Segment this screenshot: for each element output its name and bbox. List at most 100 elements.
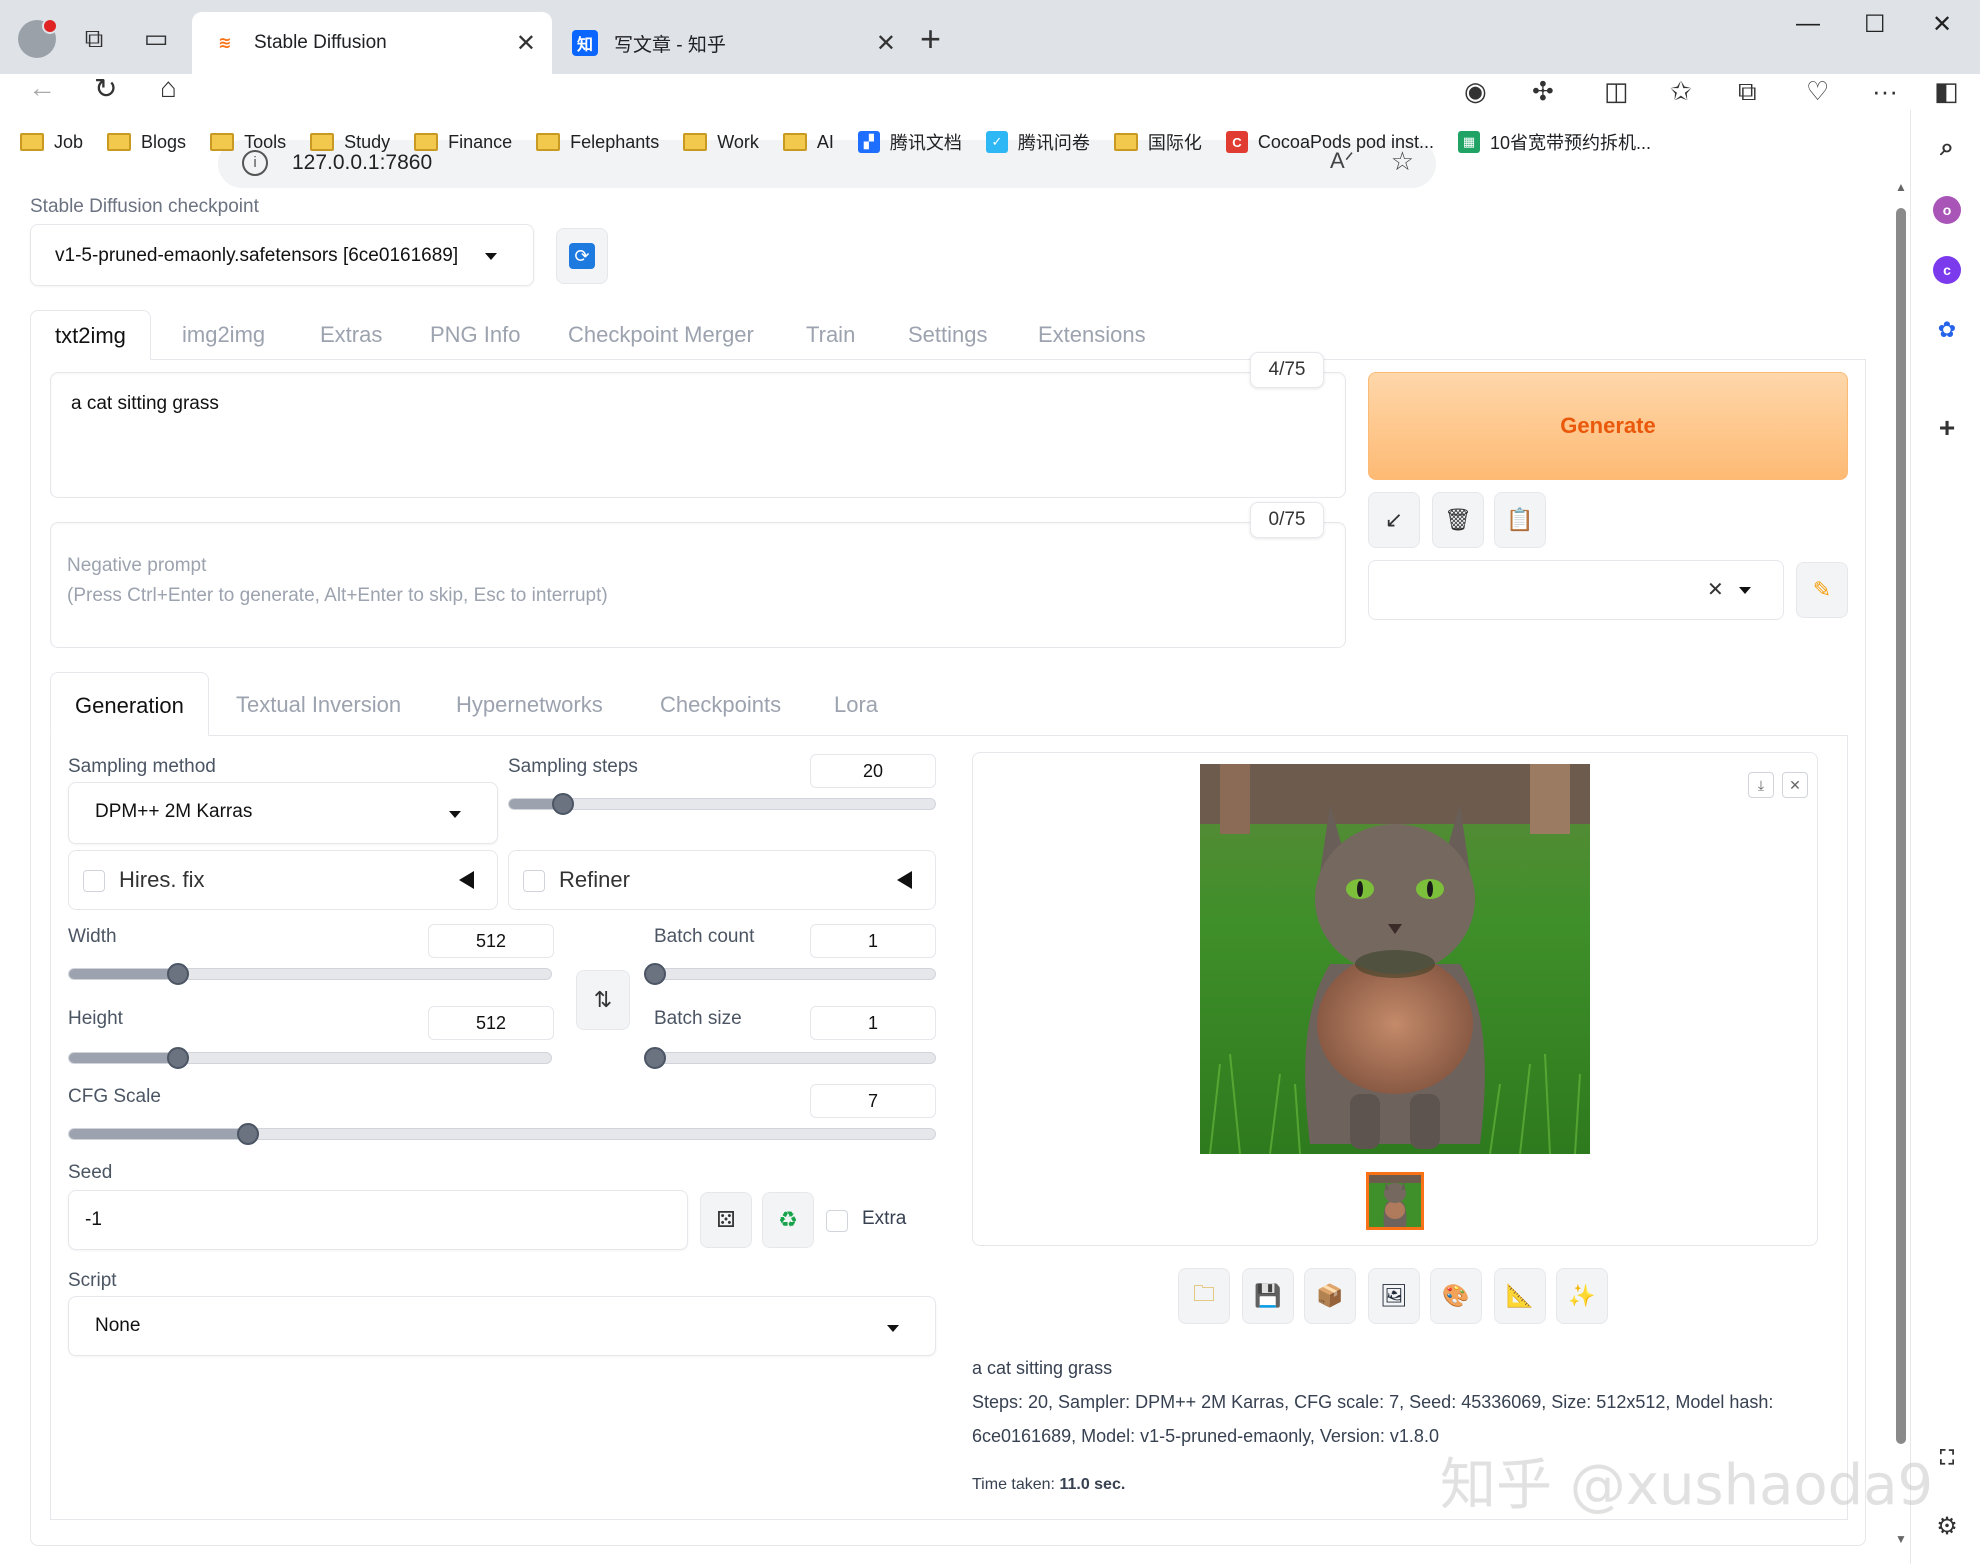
reuse-seed-button[interactable]: ♻ [762,1192,814,1248]
edit-styles-button[interactable]: ✎ [1796,562,1848,618]
clear-prompt-button[interactable]: 🗑 [1432,492,1484,548]
refiner-accordion[interactable]: Refiner [508,850,936,910]
cfg-scale-input[interactable]: 7 [810,1084,936,1118]
tab-extensions[interactable]: Extensions [1038,310,1146,360]
extensions-puzzle-icon[interactable]: ✣ [1532,76,1554,107]
tab-checkpoints[interactable]: Checkpoints [660,672,781,736]
zip-button[interactable]: 📦 [1304,1268,1356,1324]
scroll-down-icon[interactable]: ▼ [1895,1532,1907,1546]
bookmark-job[interactable]: Job [20,132,83,153]
bookmark-finance[interactable]: Finance [414,132,512,153]
expand-triangle-icon[interactable] [897,871,912,889]
favorites-icon[interactable]: ✩ [1670,76,1692,107]
sidebar-toggle-icon[interactable]: ◧ [1934,76,1959,107]
minimize-icon[interactable]: — [1796,10,1820,38]
slider-thumb[interactable] [166,1047,189,1069]
home-icon[interactable]: ⌂ [160,72,177,104]
tab-txt2img[interactable]: txt2img [30,310,151,360]
page-scrollbar[interactable]: ▲ ▼ [1892,180,1910,1564]
seed-input[interactable]: -1 [68,1190,688,1250]
bookmark-i18n[interactable]: 国际化 [1113,129,1202,155]
batch-count-slider[interactable] [644,963,936,985]
batch-size-input[interactable]: 1 [810,1006,936,1040]
random-seed-button[interactable]: ⚄ [700,1192,752,1248]
bookmark-tencent-docs[interactable]: ▞ 腾讯文档 [857,129,962,155]
tab-settings[interactable]: Settings [908,310,988,360]
close-tab-icon[interactable]: ✕ [516,29,536,58]
slider-thumb[interactable] [644,963,666,985]
send-to-img2img-button[interactable]: 🖼 [1368,1268,1420,1324]
cfg-scale-slider[interactable] [68,1123,936,1145]
tab-generation[interactable]: Generation [50,672,209,736]
send-to-inpaint-button[interactable]: 🎨 [1430,1268,1482,1324]
split-screen-icon[interactable]: ◫ [1604,76,1629,107]
height-slider[interactable] [68,1047,552,1069]
styles-dropdown[interactable]: ✕ [1368,560,1784,620]
sidebar-settings-gear-icon[interactable]: ⚙ [1933,1512,1961,1540]
width-input[interactable]: 512 [428,924,554,958]
hires-upscale-button[interactable]: ✨ [1556,1268,1608,1324]
prompt-textarea[interactable]: a cat sitting grass [50,372,1346,498]
workspaces-icon[interactable]: ⧉ [78,22,110,54]
tab-textual-inversion[interactable]: Textual Inversion [236,672,401,736]
save-button[interactable]: 💾 [1242,1268,1294,1324]
back-icon[interactable]: ← [28,72,56,104]
add-sidebar-app-icon[interactable]: + [1933,412,1961,443]
bookmark-work[interactable]: Work [683,132,759,153]
browser-tab-zhihu[interactable]: 知 写文章 - 知乎 ✕ [552,12,912,74]
send-to-extras-button[interactable]: 📐 [1494,1268,1546,1324]
tab-train[interactable]: Train [806,310,855,360]
bookmark-tencent-survey[interactable]: ✓ 腾讯问卷 [985,129,1090,155]
browser-essentials-icon[interactable]: ♡ [1806,76,1829,107]
close-tab-icon[interactable]: ✕ [876,29,896,58]
screenshot-icon[interactable]: ⛶ [1933,1444,1961,1472]
maximize-icon[interactable]: ☐ [1864,10,1886,39]
tab-checkpoint-merger[interactable]: Checkpoint Merger [568,310,754,360]
bookmark-ai[interactable]: AI [782,132,834,153]
tab-png-info[interactable]: PNG Info [430,310,520,360]
refiner-checkbox[interactable] [523,870,545,892]
height-input[interactable]: 512 [428,1006,554,1040]
close-preview-icon[interactable]: ✕ [1782,772,1808,798]
sampling-steps-input[interactable]: 20 [810,754,936,788]
tab-actions-icon[interactable]: ▭ [140,22,172,54]
hires-fix-accordion[interactable]: Hires. fix [68,850,498,910]
bookmark-tools[interactable]: Tools [210,132,286,153]
scroll-up-icon[interactable]: ▲ [1895,180,1907,194]
tab-lora[interactable]: Lora [834,672,878,736]
open-folder-button[interactable]: 🗀 [1178,1268,1230,1324]
sampling-steps-slider[interactable] [508,793,936,815]
swap-dimensions-button[interactable]: ⇅ [576,970,630,1030]
more-menu-icon[interactable]: ··· [1872,76,1898,107]
bookmark-blogs[interactable]: Blogs [107,132,186,153]
extension-circle-icon[interactable]: ◉ [1464,76,1487,107]
new-tab-icon[interactable]: + [920,18,941,60]
sidebar-app-c[interactable]: c [1933,256,1961,284]
batch-count-input[interactable]: 1 [810,924,936,958]
slider-thumb[interactable] [237,1123,260,1145]
tab-img2img[interactable]: img2img [182,310,265,360]
sampling-method-dropdown[interactable]: DPM++ 2M Karras [68,782,498,844]
reload-icon[interactable]: ↻ [94,72,117,105]
slider-thumb[interactable] [166,963,189,985]
sidebar-app-o[interactable]: o [1933,196,1961,224]
profile-avatar[interactable] [18,18,58,58]
hires-fix-checkbox[interactable] [83,870,105,892]
script-dropdown[interactable]: None [68,1296,936,1356]
negative-prompt-textarea[interactable]: Negative prompt (Press Ctrl+Enter to gen… [50,522,1346,648]
gallery-thumbnail[interactable] [1366,1172,1424,1230]
width-slider[interactable] [68,963,552,985]
paste-button[interactable]: 📋 [1494,492,1546,548]
slider-thumb[interactable] [644,1047,666,1069]
bookmark-cocoapods[interactable]: C CocoaPods pod inst... [1225,131,1434,153]
extra-seed-checkbox[interactable] [826,1210,848,1232]
expand-triangle-icon[interactable] [459,871,474,889]
generate-button[interactable]: Generate [1368,372,1848,480]
bookmark-broadband[interactable]: ▦ 10省宽带预约拆机... [1458,129,1651,155]
bookmark-felephants[interactable]: Felephants [536,132,659,153]
tab-hypernetworks[interactable]: Hypernetworks [456,672,603,736]
checkpoint-dropdown[interactable]: v1-5-pruned-emaonly.safetensors [6ce0161… [30,224,534,286]
generated-cat-image[interactable] [1200,764,1590,1154]
refresh-checkpoints-button[interactable]: ⟳ [556,228,608,284]
tab-extras[interactable]: Extras [320,310,382,360]
